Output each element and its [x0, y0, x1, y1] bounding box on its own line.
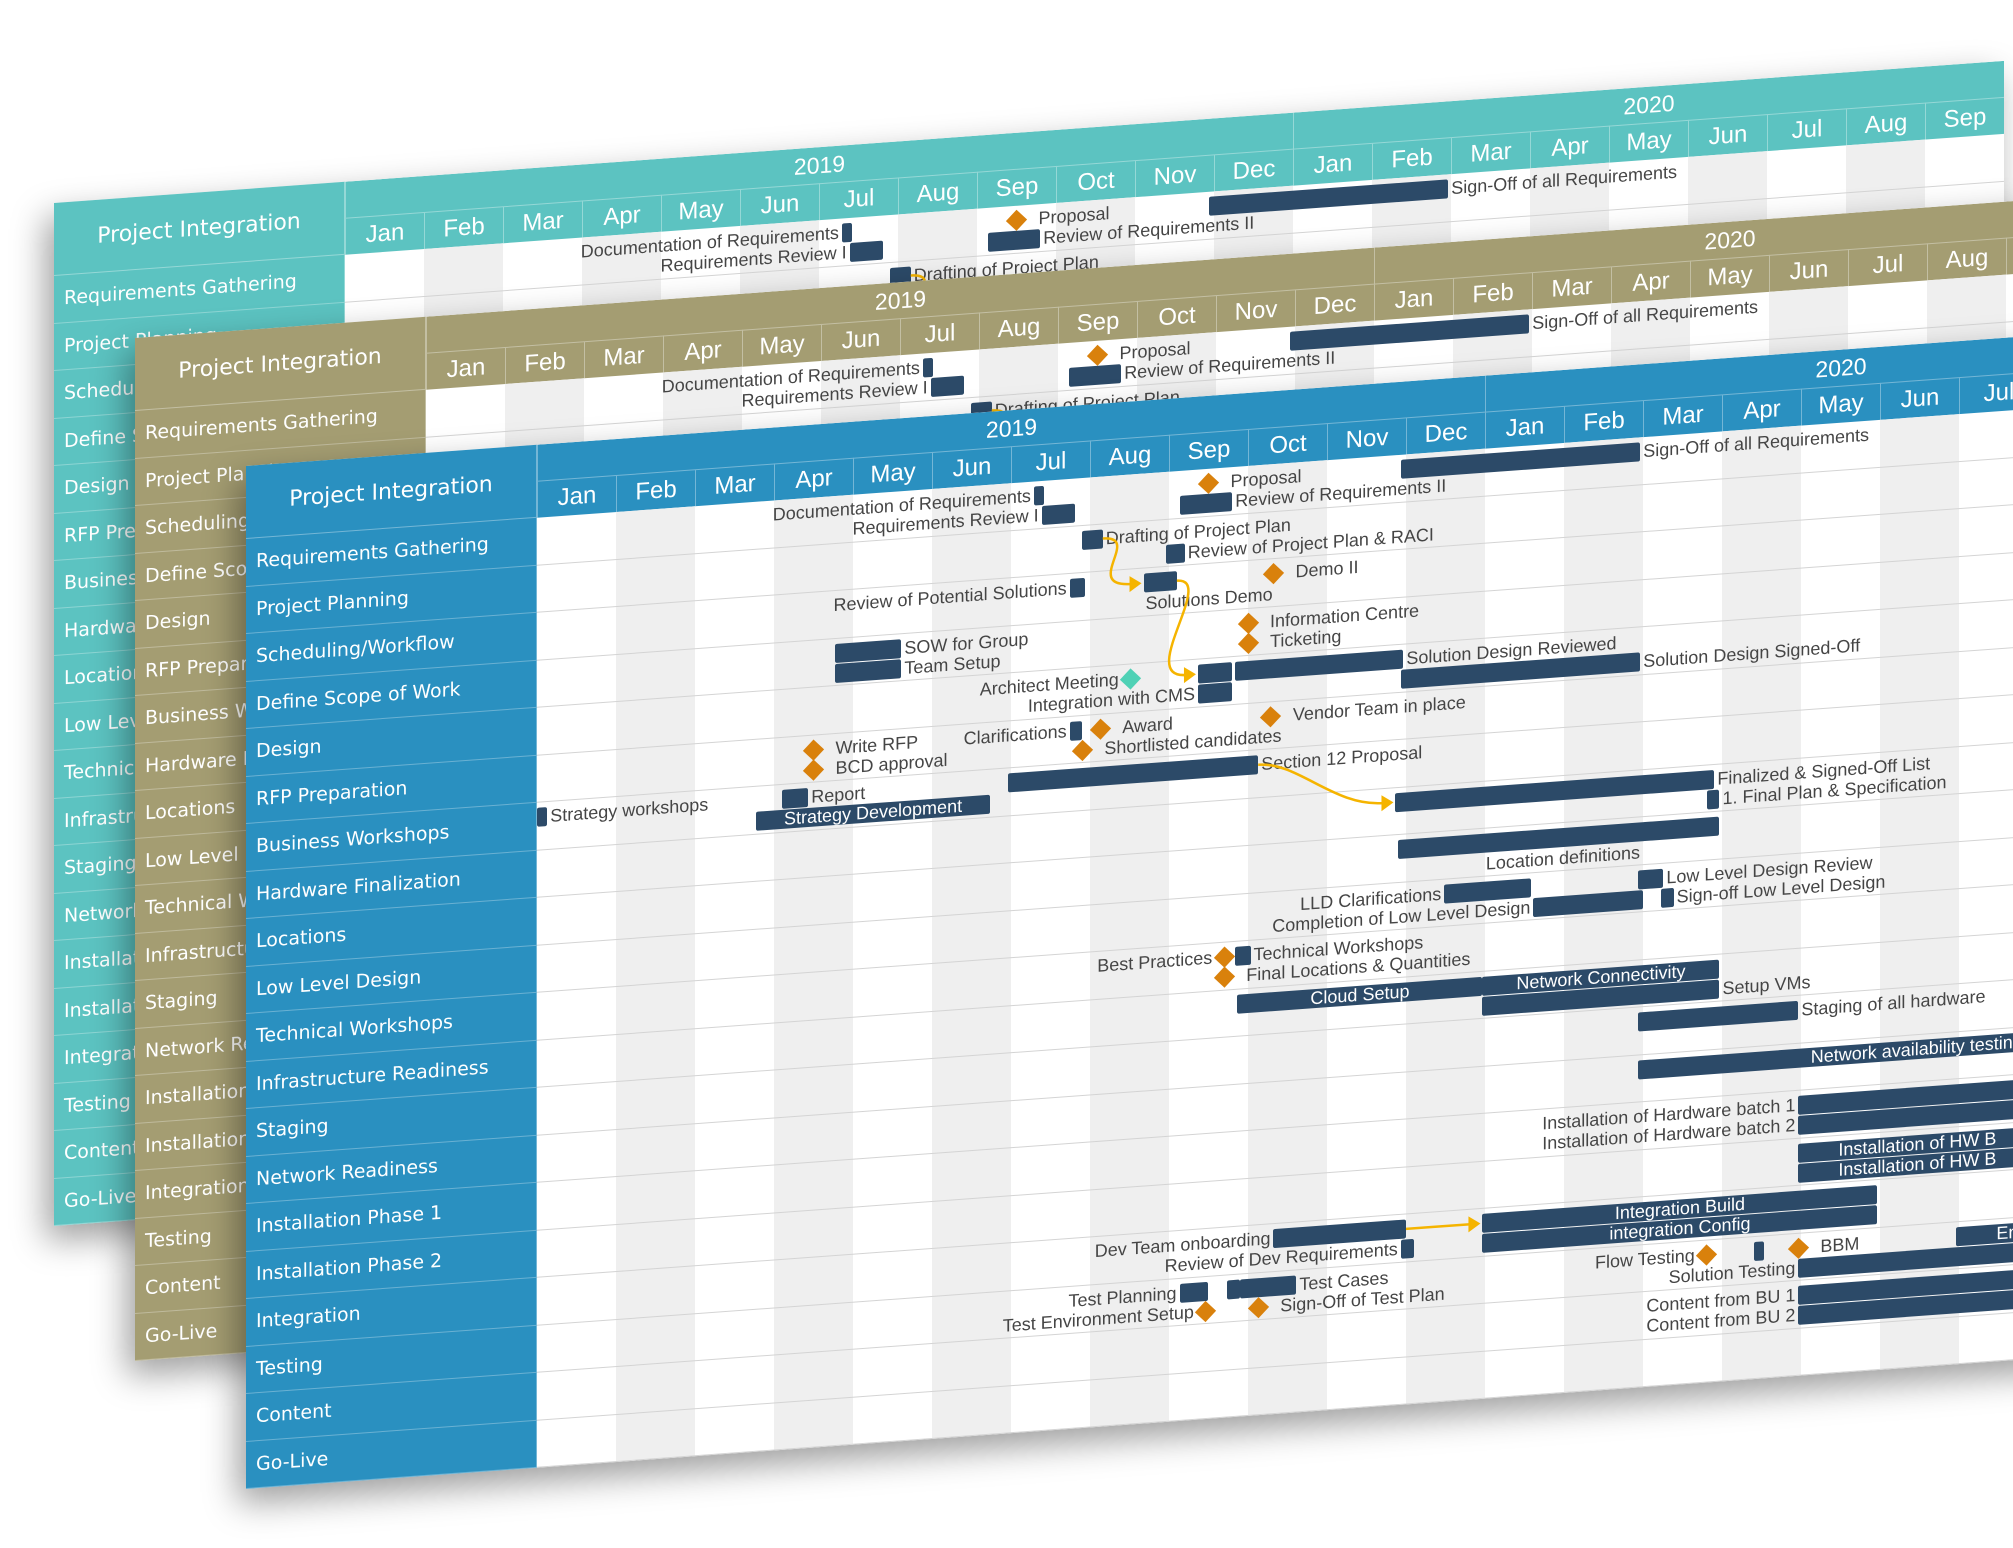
month-header: Apr	[1530, 125, 1609, 169]
month-header: Dec	[1295, 283, 1374, 327]
month-header: Nov	[1327, 417, 1406, 461]
month-header: Jan	[1485, 405, 1564, 449]
month-header: Aug	[1090, 434, 1169, 478]
month-header: Jul	[1848, 243, 1927, 287]
month-header: Oct	[1137, 295, 1216, 338]
month-header: Oct	[1248, 423, 1327, 466]
gantt-panel-blue: Project Integration Requirements Gatherin…	[246, 323, 2013, 1490]
month-header: Jun	[1688, 114, 1767, 157]
month-header: Jul	[1011, 440, 1090, 484]
month-header: May	[742, 323, 821, 367]
month-header: Aug	[1846, 102, 1925, 146]
month-header: Sep	[1169, 428, 1248, 472]
month-header: Mar	[695, 463, 774, 507]
month-header: Jun	[1880, 377, 1959, 420]
month-header: Mar	[503, 200, 582, 244]
month-header: Apr	[663, 329, 742, 373]
month-header: May	[853, 451, 932, 495]
month-header: Sep	[1925, 96, 2004, 140]
month-header: Apr	[1722, 388, 1801, 432]
month-header: Mar	[1643, 394, 1722, 438]
month-header: Feb	[1564, 400, 1643, 443]
dependency-arrow	[1102, 537, 1132, 586]
month-header: Nov	[1135, 154, 1214, 198]
month-header: Mar	[1451, 131, 1530, 175]
month-header: Feb	[1372, 137, 1451, 180]
month-header: Jan	[345, 212, 424, 255]
month-header: Aug	[979, 306, 1058, 350]
row-label-column: Project Integration Requirements Gatherin…	[246, 444, 537, 1490]
dependency-arrow	[1167, 579, 1190, 677]
month-header: Nov	[1216, 289, 1295, 333]
month-header: Mar	[1532, 266, 1611, 310]
month-header: Jun	[1769, 249, 1848, 292]
month-header: Jan	[1374, 277, 1453, 321]
month-header: Jan	[426, 347, 505, 390]
month-header: Mar	[584, 335, 663, 379]
dependency-arrow	[1258, 763, 1384, 805]
timeline: 2019 Jan Feb Mar Apr May Jun Jul Aug Sep Oct Nov Dec…	[537, 323, 2013, 1468]
arrowhead-icon	[1381, 795, 1394, 812]
month-header: Sep	[2006, 231, 2013, 275]
gantt-grid: Documentation of Requirements Requirement…	[537, 397, 2013, 1468]
month-header: Feb	[424, 206, 503, 250]
dependency-layer	[1102, 537, 1481, 1233]
month-header: Feb	[1453, 272, 1532, 315]
arrowhead-icon	[1468, 1216, 1481, 1233]
month-header: Jul	[819, 177, 898, 221]
month-header: May	[1690, 254, 1769, 298]
month-header: Apr	[1611, 260, 1690, 304]
month-header: Jul	[900, 312, 979, 356]
month-header: Sep	[977, 165, 1056, 209]
month-header: Jun	[821, 318, 900, 361]
month-header: Dec	[1406, 411, 1485, 455]
month-header: Sep	[1058, 300, 1137, 344]
month-header: Dec	[1214, 148, 1293, 192]
month-header: Jun	[740, 183, 819, 226]
month-header: Oct	[1056, 160, 1135, 203]
month-header: Jun	[932, 446, 1011, 489]
month-header: Jul	[1767, 108, 1846, 152]
month-header: Apr	[582, 194, 661, 238]
month-header: Feb	[505, 341, 584, 385]
month-header: May	[1801, 382, 1880, 426]
month-header: Apr	[774, 457, 853, 501]
month-header: Aug	[898, 171, 977, 215]
month-header: Jul	[1959, 371, 2013, 415]
dependency-arrow	[1406, 1222, 1471, 1231]
month-header: May	[1609, 119, 1688, 163]
month-header: May	[661, 188, 740, 232]
arrowhead-icon	[1183, 667, 1196, 684]
month-header: Aug	[1927, 237, 2006, 281]
month-header: Jan	[1293, 142, 1372, 186]
month-header: Feb	[616, 469, 695, 513]
arrowhead-icon	[1129, 576, 1142, 593]
month-header: Jan	[537, 475, 616, 518]
